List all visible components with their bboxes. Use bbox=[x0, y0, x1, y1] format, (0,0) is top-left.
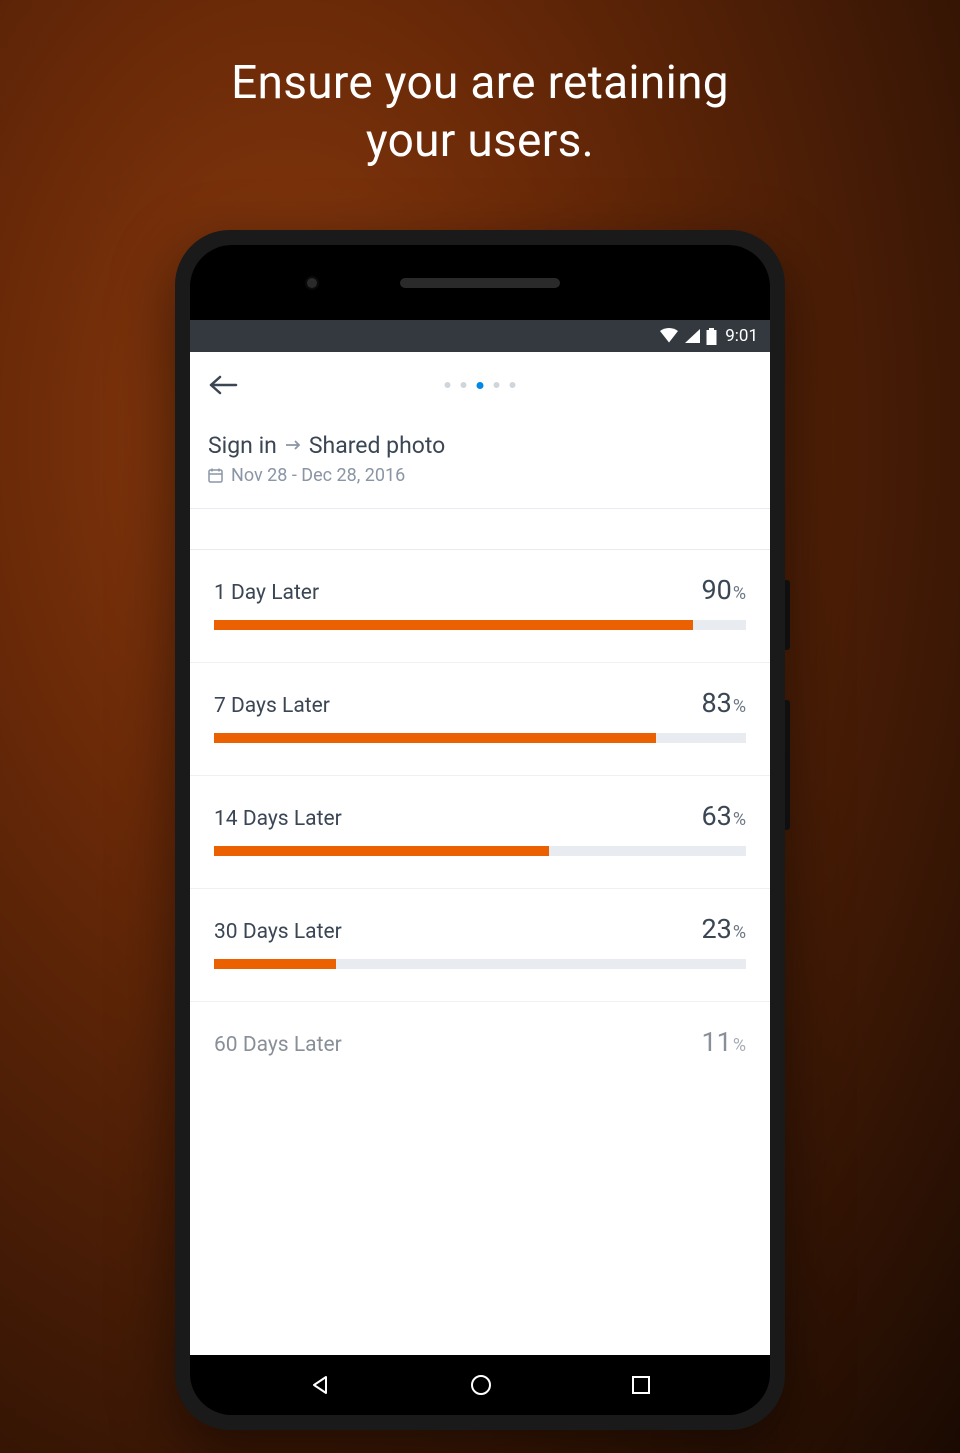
retention-bar-track bbox=[214, 620, 746, 630]
retention-label: 30 Days Later bbox=[214, 920, 342, 944]
page-indicator[interactable] bbox=[445, 382, 516, 389]
retention-row: 1 Day Later 90% bbox=[190, 550, 770, 663]
arrow-right-icon bbox=[285, 435, 301, 456]
retention-row: 30 Days Later 23% bbox=[190, 889, 770, 1002]
retention-label: 7 Days Later bbox=[214, 694, 330, 718]
power-button bbox=[785, 580, 790, 650]
nav-recents-button[interactable] bbox=[630, 1374, 652, 1396]
phone-screen: 9:01 Sign in bbox=[190, 320, 770, 1355]
retention-row: 7 Days Later 83% bbox=[190, 663, 770, 776]
percent-symbol: % bbox=[733, 1035, 746, 1056]
retention-value: 90 bbox=[701, 574, 731, 606]
calendar-icon bbox=[208, 468, 223, 483]
retention-bar-track bbox=[214, 846, 746, 856]
retention-value: 83 bbox=[701, 687, 731, 719]
nav-home-button[interactable] bbox=[469, 1373, 493, 1397]
retention-bar-fill bbox=[214, 620, 693, 630]
retention-row: 60 Days Later 11% bbox=[190, 1002, 770, 1058]
retention-bar-fill bbox=[214, 959, 336, 969]
page-dot bbox=[494, 382, 500, 388]
retention-bar-track bbox=[214, 733, 746, 743]
phone-frame: 9:01 Sign in bbox=[175, 230, 785, 1430]
wifi-icon bbox=[659, 328, 679, 344]
phone-speaker-grille bbox=[400, 278, 560, 288]
retention-label: 60 Days Later bbox=[214, 1033, 342, 1057]
status-time: 9:01 bbox=[725, 326, 758, 346]
promo-headline: Ensure you are retaining your users. bbox=[231, 55, 729, 170]
nav-back-button[interactable] bbox=[308, 1373, 332, 1397]
retention-bar-fill bbox=[214, 846, 549, 856]
page-dot bbox=[445, 382, 451, 388]
page-dot bbox=[461, 382, 467, 388]
retention-bar-track bbox=[214, 959, 746, 969]
section-divider bbox=[190, 508, 770, 550]
page-dot-active bbox=[477, 382, 484, 389]
funnel-title: Sign in Shared photo bbox=[208, 432, 752, 459]
retention-label: 14 Days Later bbox=[214, 807, 342, 831]
funnel-end-event: Shared photo bbox=[309, 432, 445, 459]
retention-value: 63 bbox=[701, 800, 731, 832]
page-dot bbox=[510, 382, 516, 388]
volume-button bbox=[785, 700, 790, 830]
percent-symbol: % bbox=[733, 809, 746, 830]
phone-camera bbox=[305, 276, 319, 290]
funnel-start-event: Sign in bbox=[208, 432, 277, 459]
date-range[interactable]: Nov 28 - Dec 28, 2016 bbox=[208, 465, 752, 486]
retention-value: 11 bbox=[701, 1026, 731, 1058]
percent-symbol: % bbox=[733, 583, 746, 604]
app-header: Sign in Shared photo Nov 28 - Dec 28, 20… bbox=[190, 352, 770, 508]
retention-row: 14 Days Later 63% bbox=[190, 776, 770, 889]
android-nav-bar bbox=[190, 1355, 770, 1415]
retention-bar-fill bbox=[214, 733, 656, 743]
status-bar: 9:01 bbox=[190, 320, 770, 352]
retention-label: 1 Day Later bbox=[214, 581, 319, 605]
phone-speaker-area bbox=[190, 245, 770, 320]
back-button[interactable] bbox=[208, 374, 240, 396]
retention-value: 23 bbox=[701, 913, 731, 945]
battery-icon bbox=[706, 328, 717, 345]
percent-symbol: % bbox=[733, 922, 746, 943]
date-range-text: Nov 28 - Dec 28, 2016 bbox=[231, 465, 405, 486]
signal-icon bbox=[684, 328, 701, 344]
percent-symbol: % bbox=[733, 696, 746, 717]
retention-list[interactable]: 1 Day Later 90% 7 Days Later 83% bbox=[190, 550, 770, 1355]
